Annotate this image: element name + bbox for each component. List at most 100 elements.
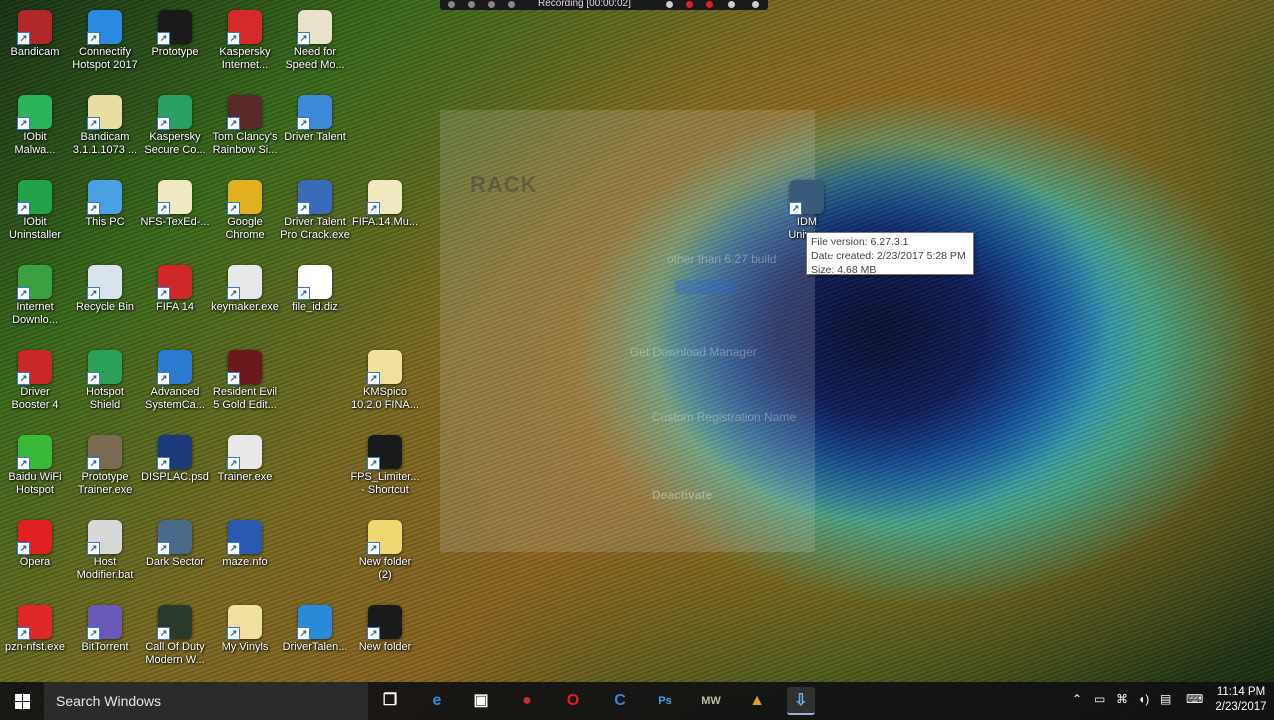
desktop-icon[interactable]: ↗ Driver Talent Pro Crack.exe — [280, 176, 350, 260]
taskbar-store-icon[interactable]: ▣ — [467, 687, 495, 715]
taskbar-need-for-speed-icon[interactable]: ▲ — [743, 687, 771, 715]
app-icon: ↗ — [227, 265, 262, 300]
taskbar-bandicam-icon[interactable]: ● — [513, 687, 541, 715]
desktop-icon[interactable]: ↗ Kaspersky Internet... — [210, 6, 280, 90]
desktop-icon[interactable]: ↗ Dark Sector — [140, 516, 210, 600]
desktop-icon[interactable]: ↗ keymaker.exe — [210, 261, 280, 345]
desktop-icon[interactable]: ↗ DriverTalen... — [280, 601, 350, 685]
desktop-icon-label: Need for Speed Mo... — [285, 46, 345, 71]
desktop-icon[interactable]: ↗ Google Chrome — [210, 176, 280, 260]
desktop-icon[interactable]: ↗ IObit Malwa... — [0, 91, 70, 175]
desktop-icon[interactable]: ↗ KMSpico 10.2.0 FINA... — [350, 346, 420, 430]
window-logo: RACK — [470, 172, 538, 197]
rec-pause-icon[interactable] — [686, 1, 693, 8]
app-icon: ↗ — [157, 95, 192, 130]
rec-window-icon[interactable] — [468, 1, 475, 8]
rec-close-icon[interactable] — [752, 1, 759, 8]
start-button[interactable] — [0, 682, 44, 720]
desktop-icon[interactable]: ↗ Prototype Trainer.exe — [70, 431, 140, 515]
desktop-icon[interactable]: ↗ file_id.diz — [280, 261, 350, 345]
search-box[interactable]: Search Windows — [44, 682, 368, 720]
desktop-icon[interactable]: ↗ New folder (2) — [350, 516, 420, 600]
desktop-icon[interactable]: ↗ IObit Uninstaller — [0, 176, 70, 260]
message-icon[interactable]: ▤ — [1160, 692, 1171, 706]
desktop-icon[interactable]: ↗ Need for Speed Mo... — [280, 6, 350, 90]
system-clock[interactable]: 11:14 PM 2/23/2017 — [1212, 685, 1270, 715]
desktop-icon[interactable]: ↗ Host Modifier.bat — [70, 516, 140, 600]
shortcut-arrow-icon: ↗ — [157, 202, 170, 215]
desktop-icon[interactable]: ↗ Resident Evil 5 Gold Edit... — [210, 346, 280, 430]
desktop-icon[interactable]: ↗ FIFA 14 — [140, 261, 210, 345]
app-icon: ↗ — [157, 180, 192, 215]
shortcut-arrow-icon: ↗ — [227, 457, 240, 470]
desktop-icon[interactable]: ↗ Driver Talent — [280, 91, 350, 175]
desktop-icon[interactable]: ↗ BitTorrent — [70, 601, 140, 685]
recording-toolbar[interactable]: Recording [00:00:02] — [440, 0, 768, 10]
desktop-icon[interactable]: ↗ Recycle Bin — [70, 261, 140, 345]
shortcut-arrow-icon: ↗ — [367, 202, 380, 215]
desktop-icon[interactable]: ↗ Hotspot Shield — [70, 346, 140, 430]
network-icon[interactable]: ▭ — [1094, 692, 1105, 706]
desktop-icon[interactable]: ↗ pzn-nfst.exe — [0, 601, 70, 685]
desktop-icon[interactable]: ↗ Internet Downlo... — [0, 261, 70, 345]
shortcut-arrow-icon: ↗ — [87, 372, 100, 385]
chevron-up-icon[interactable]: ⌃ — [1072, 692, 1082, 706]
app-icon: ↗ — [157, 435, 192, 470]
shortcut-arrow-icon: ↗ — [157, 372, 170, 385]
recording-status: Recording [00:00:02] — [538, 0, 631, 9]
desktop-icon[interactable]: ↗ Call Of Duty Modern W... — [140, 601, 210, 685]
shortcut-arrow-icon: ↗ — [17, 372, 30, 385]
rec-search-icon[interactable] — [488, 1, 495, 8]
shortcut-arrow-icon: ↗ — [17, 287, 30, 300]
desktop-icon-label: Baidu WiFi Hotspot — [8, 471, 62, 496]
desktop-icon[interactable]: ↗ This PC — [70, 176, 140, 260]
desktop-icon[interactable]: ↗ FPS_Limiter... - Shortcut — [350, 431, 420, 515]
desktop-icon-label: FPS_Limiter... - Shortcut — [350, 471, 420, 496]
desktop-icon[interactable]: ↗ Prototype — [140, 6, 210, 90]
desktop-icon[interactable]: ↗ New folder — [350, 601, 420, 685]
desktop-icon[interactable]: ↗ Bandicam — [0, 6, 70, 90]
rec-stop-icon[interactable] — [706, 1, 713, 8]
rec-home-icon[interactable] — [448, 1, 455, 8]
taskbar-idm-icon[interactable]: ⇩ — [787, 687, 815, 715]
rec-camera-icon[interactable] — [728, 1, 735, 8]
desktop-icon[interactable]: ↗ DISPLAC.psd — [140, 431, 210, 515]
app-icon: ↗ — [157, 520, 192, 555]
app-icon: ↗ — [17, 265, 52, 300]
desktop-icon[interactable]: ↗ Tom Clancy's Rainbow Si... — [210, 91, 280, 175]
taskbar-opera-icon[interactable]: O — [559, 687, 587, 715]
rec-pen-icon[interactable] — [666, 1, 673, 8]
volume-icon[interactable]: ◖) — [1138, 692, 1149, 706]
desktop-icon[interactable]: ↗ Trainer.exe — [210, 431, 280, 515]
desktop-icon[interactable]: ↗ Advanced SystemCa... — [140, 346, 210, 430]
desktop-icon[interactable]: ↗ Opera — [0, 516, 70, 600]
taskbar-photoshop-icon[interactable]: Ps — [651, 687, 679, 715]
desktop-icon[interactable]: ↗ maze.nfo — [210, 516, 280, 600]
app-icon: ↗ — [297, 605, 332, 640]
shortcut-arrow-icon: ↗ — [227, 202, 240, 215]
taskbar-edge-icon[interactable]: e — [423, 687, 451, 715]
app-icon: ↗ — [17, 435, 52, 470]
rec-screen-icon[interactable] — [508, 1, 515, 8]
shortcut-arrow-icon: ↗ — [227, 32, 240, 45]
desktop-icon[interactable]: ↗ Connectify Hotspot 2017 — [70, 6, 140, 90]
desktop-icon[interactable]: ↗ Bandicam 3.1.1.1073 ... — [70, 91, 140, 175]
desktop-icon-label: IObit Malwa... — [14, 131, 56, 156]
app-icon: ↗ — [87, 435, 122, 470]
keyboard-icon[interactable]: ⌨ — [1186, 692, 1203, 706]
desktop-icon-label: Bandicam — [10, 46, 60, 58]
taskbar-task-view-icon[interactable]: ❐ — [376, 687, 404, 715]
shortcut-arrow-icon: ↗ — [367, 627, 380, 640]
desktop-icon[interactable]: ↗ Driver Booster 4 — [0, 346, 70, 430]
taskbar-call-of-duty-icon[interactable]: MW — [697, 687, 725, 715]
shortcut-arrow-icon: ↗ — [157, 117, 170, 130]
shortcut-arrow-icon: ↗ — [157, 542, 170, 555]
desktop-icon[interactable]: ↗ NFS-TexEd-... — [140, 176, 210, 260]
desktop-icon[interactable]: ↗ Baidu WiFi Hotspot — [0, 431, 70, 515]
desktop-icon[interactable]: ↗ FIFA.14.Mu... — [350, 176, 420, 260]
taskbar-advanced-systemcare-icon[interactable]: C — [606, 687, 634, 715]
desktop-icon[interactable]: ↗ Kaspersky Secure Co... — [140, 91, 210, 175]
input-method-icon[interactable]: ⌘ — [1116, 692, 1128, 706]
desktop-icon[interactable]: ↗ My Vinyls — [210, 601, 280, 685]
desktop-icon-label: FIFA 14 — [156, 301, 194, 313]
